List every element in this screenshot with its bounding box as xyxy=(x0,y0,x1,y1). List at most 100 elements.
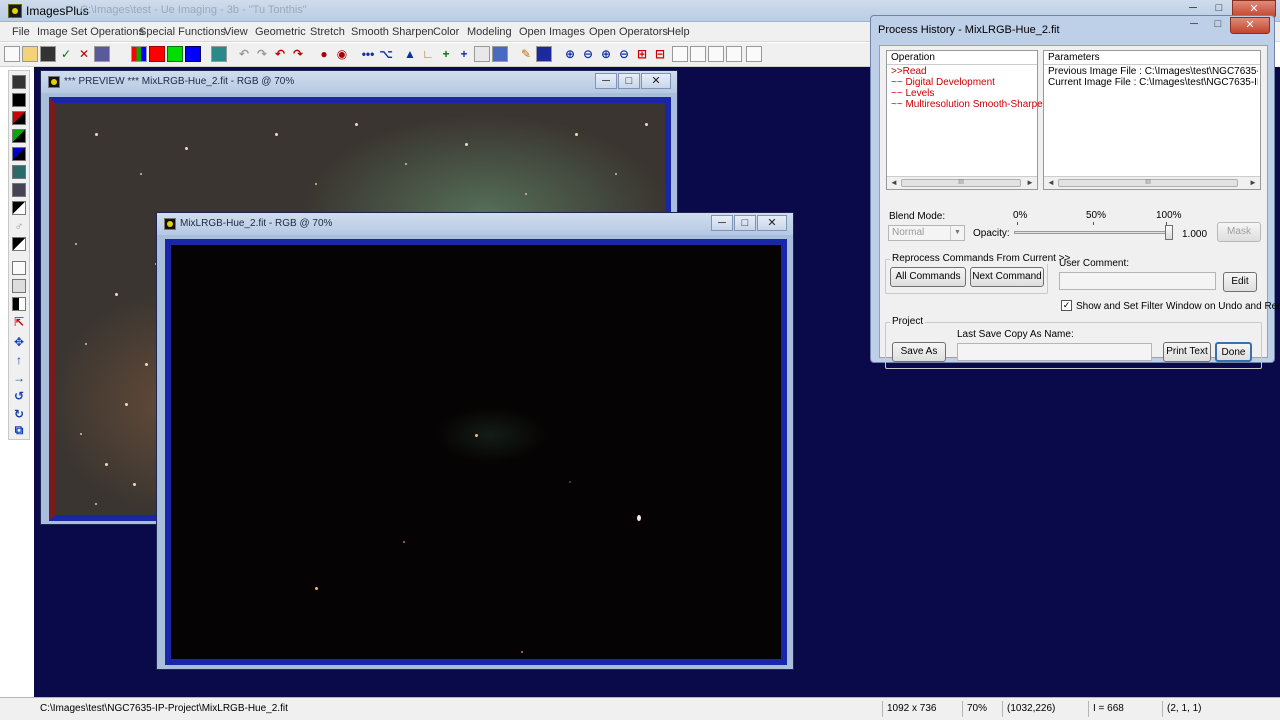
menu-modeling[interactable]: Modeling xyxy=(467,26,512,38)
scroll-thumb[interactable]: III xyxy=(1058,179,1238,187)
print-text-button[interactable]: Print Text xyxy=(1163,342,1211,362)
image-window[interactable]: MixLRGB-Hue_2.fit - RGB @ 70% ─ □ ✕ xyxy=(156,212,794,670)
image-canvas[interactable] xyxy=(165,239,787,665)
copy-tool-icon[interactable]: ⧉ xyxy=(12,423,26,437)
curves-icon[interactable]: ∟ xyxy=(420,46,436,62)
cancel-icon[interactable]: ✕ xyxy=(76,46,92,62)
print-icon[interactable] xyxy=(94,46,110,62)
minimize-button[interactable]: ─ xyxy=(1182,17,1206,34)
menu-help[interactable]: Help xyxy=(667,26,690,38)
operation-list-scrollbar[interactable]: ◄ III ► xyxy=(887,176,1037,189)
menu-view[interactable]: View xyxy=(224,26,248,38)
red-black-tool-icon[interactable] xyxy=(12,111,26,125)
parameters-list[interactable]: Parameters Previous Image File : C:\Imag… xyxy=(1043,50,1261,190)
open-folder-icon[interactable] xyxy=(22,46,38,62)
zoom-fit-icon[interactable]: ⊕ xyxy=(598,46,614,62)
check-icon[interactable]: ✓ xyxy=(58,46,74,62)
black-tool-icon[interactable] xyxy=(12,93,26,107)
menu-smooth-sharpen[interactable]: Smooth Sharpen xyxy=(351,26,434,38)
preview-window-titlebar[interactable]: *** PREVIEW *** MixLRGB-Hue_2.fit - RGB … xyxy=(41,71,677,93)
contrast-tool-icon[interactable] xyxy=(12,237,26,251)
green-black-tool-icon[interactable] xyxy=(12,129,26,143)
zoom-in-icon[interactable]: ⊕ xyxy=(562,46,578,62)
minimize-button[interactable]: ─ xyxy=(595,73,617,89)
save-tool-icon[interactable] xyxy=(12,75,26,89)
tree-icon[interactable]: ⌥ xyxy=(378,46,394,62)
all-commands-button[interactable]: All Commands xyxy=(890,267,966,287)
chart-icon[interactable] xyxy=(492,46,508,62)
undo-gray-icon[interactable]: ↶ xyxy=(236,46,252,62)
edit-button[interactable]: Edit xyxy=(1223,272,1257,292)
invert-tool-icon[interactable] xyxy=(12,201,26,215)
zoom-actual-icon[interactable]: ⊖ xyxy=(616,46,632,62)
blend-mode-select[interactable]: Normal ▼ xyxy=(888,225,965,241)
operation-item[interactable]: >>Read xyxy=(891,66,927,77)
maximize-button[interactable]: □ xyxy=(618,73,640,89)
mask-button[interactable]: Mask xyxy=(1217,222,1261,242)
menu-image-set-operations[interactable]: Image Set Operations xyxy=(37,26,144,38)
red-channel-icon[interactable] xyxy=(149,46,165,62)
save-as-button[interactable]: Save As xyxy=(892,342,946,362)
operation-item[interactable]: ~~ Multiresolution Smooth-Sharpen xyxy=(891,99,1048,110)
undo-icon[interactable]: ↶ xyxy=(272,46,288,62)
show-filter-checkbox[interactable]: ✓ xyxy=(1061,300,1072,311)
rotate-right-icon[interactable]: ↻ xyxy=(12,407,26,421)
maximize-button[interactable]: □ xyxy=(734,215,756,231)
menu-color[interactable]: Color xyxy=(433,26,459,38)
remove-box-icon[interactable]: ⊟ xyxy=(652,46,668,62)
frame-4-icon[interactable] xyxy=(726,46,742,62)
done-button[interactable]: Done xyxy=(1215,342,1252,362)
frame-1-icon[interactable] xyxy=(672,46,688,62)
redo-icon[interactable]: ↷ xyxy=(290,46,306,62)
menu-geometric[interactable]: Geometric xyxy=(255,26,306,38)
right-arrow-icon[interactable]: → xyxy=(12,371,26,385)
close-button[interactable]: ✕ xyxy=(641,73,671,89)
grid-icon[interactable] xyxy=(474,46,490,62)
select-tool-icon[interactable] xyxy=(12,261,26,275)
close-button[interactable]: ✕ xyxy=(1230,17,1270,34)
opacity-slider[interactable] xyxy=(1014,231,1171,234)
split-tool-icon[interactable] xyxy=(12,297,26,311)
mask-dot-icon[interactable]: ● xyxy=(316,46,332,62)
dropper-tool-icon[interactable]: ♂ xyxy=(12,219,26,233)
frame-5-icon[interactable] xyxy=(746,46,762,62)
scroll-left-icon[interactable]: ◄ xyxy=(1046,178,1056,187)
luminance-icon[interactable] xyxy=(211,46,227,62)
blue-black-tool-icon[interactable] xyxy=(12,147,26,161)
new-file-icon[interactable] xyxy=(4,46,20,62)
histogram-icon[interactable]: ▲ xyxy=(402,46,418,62)
parameters-list-scrollbar[interactable]: ◄ III ► xyxy=(1044,176,1260,189)
move-tool-icon[interactable]: ✥ xyxy=(12,335,26,349)
menu-special-functions[interactable]: Special Functions xyxy=(139,26,226,38)
parameter-item[interactable]: Previous Image File : C:\Images\test\NGC… xyxy=(1048,66,1258,77)
teal-tool-icon[interactable] xyxy=(12,165,26,179)
green-channel-icon[interactable] xyxy=(167,46,183,62)
rotate-left-icon[interactable]: ↺ xyxy=(12,389,26,403)
redo-gray-icon[interactable]: ↷ xyxy=(254,46,270,62)
frame-3-icon[interactable] xyxy=(708,46,724,62)
operation-item[interactable]: ~~ Digital Development xyxy=(891,77,995,88)
parameter-item[interactable]: Current Image File : C:\Images\test\NGC7… xyxy=(1048,77,1258,88)
crosshair-icon[interactable]: + xyxy=(456,46,472,62)
zoom-out-icon[interactable]: ⊖ xyxy=(580,46,596,62)
scroll-right-icon[interactable]: ► xyxy=(1248,178,1258,187)
minimize-button[interactable]: ─ xyxy=(711,215,733,231)
table-icon[interactable] xyxy=(536,46,552,62)
scroll-left-icon[interactable]: ◄ xyxy=(889,178,899,187)
dots-icon[interactable]: ••• xyxy=(360,46,376,62)
blue-channel-icon[interactable] xyxy=(185,46,201,62)
opacity-slider-thumb[interactable] xyxy=(1165,225,1173,240)
menu-stretch[interactable]: Stretch xyxy=(310,26,345,38)
up-arrow-icon[interactable]: ↑ xyxy=(12,353,26,367)
scroll-right-icon[interactable]: ► xyxy=(1025,178,1035,187)
menu-file[interactable]: File xyxy=(12,26,30,38)
mask-circle-icon[interactable]: ◉ xyxy=(334,46,350,62)
add-box-icon[interactable]: ⊞ xyxy=(634,46,650,62)
maximize-button[interactable]: □ xyxy=(1206,17,1230,34)
frame-2-icon[interactable] xyxy=(690,46,706,62)
gray-tool-icon[interactable] xyxy=(12,183,26,197)
operation-item[interactable]: ~~ Levels xyxy=(891,88,934,99)
last-save-name-field[interactable] xyxy=(957,343,1152,361)
operation-list[interactable]: Operation >>Read ~~ Digital Development … xyxy=(886,50,1048,190)
menu-open-operators[interactable]: Open Operators xyxy=(589,26,668,38)
